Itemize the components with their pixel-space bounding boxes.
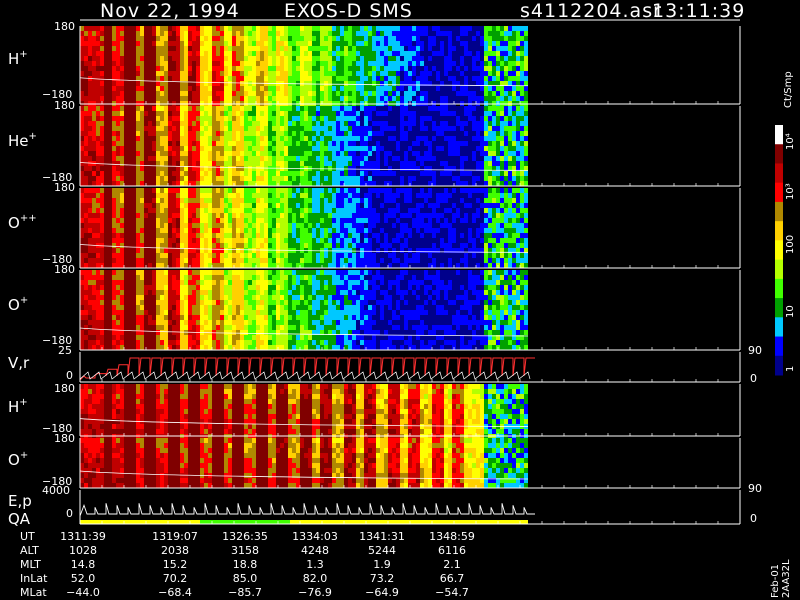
panel-label-v-r: V,r: [8, 354, 30, 372]
footer-alt-4: 5244: [368, 544, 396, 557]
footer-alt-2: 3158: [231, 544, 259, 557]
footer-label-alt: ALT: [20, 544, 39, 557]
colorbar-segment-11: [775, 336, 783, 357]
right-tick-bottom-v-r: 0: [750, 372, 757, 385]
colorbar-segment-0: [775, 125, 783, 145]
right-tick-top-e-p: 90: [748, 482, 762, 495]
footer-ut-4: 1341:31: [359, 530, 405, 543]
header-time: 13:11:39: [652, 0, 746, 22]
colorbar-unit: Ct/Smp: [783, 71, 794, 108]
footer-mlt-1: 15.2: [162, 558, 188, 571]
footer-mlt-5: 2.1: [443, 558, 461, 571]
ytick-bottom-p5: 0: [66, 369, 73, 382]
footer-ut-1: 1319:07: [152, 530, 198, 543]
panel-label-o-plus-2: O+: [8, 450, 29, 469]
footer-mlt-0: 14.8: [70, 558, 96, 571]
ytick-top-p4: 180: [54, 263, 75, 276]
colorbar-segment-7: [775, 259, 783, 280]
ytick-top-p3: 180: [54, 181, 75, 194]
panel-label-e-p: E,p: [8, 492, 32, 510]
cells-o-plus-2: [80, 438, 528, 488]
ytick-bottom-p8: 0: [66, 507, 73, 520]
right-tick-top-v-r: 90: [748, 344, 762, 357]
ytick-top-p8: 4000: [42, 484, 70, 497]
header-date: Nov 22, 1994: [100, 0, 240, 22]
footer-inlat-3: 82.0: [302, 572, 328, 585]
ytick-top-p7: 180: [54, 432, 75, 445]
qa-bar-3: [290, 520, 528, 524]
footer-mlat-3: −76.9: [298, 586, 332, 599]
footer-label-inlat: InLat: [20, 572, 48, 585]
colorbar-segment-3: [775, 182, 783, 203]
footer-ut-3: 1334:03: [292, 530, 338, 543]
colorbar-segment-8: [775, 278, 783, 299]
footer-label-mlt: MLT: [20, 558, 41, 571]
colorbar-tick-10: 10: [785, 305, 796, 318]
panel-label-o-plus-plus: O++: [8, 213, 37, 232]
colorbar-tick-100: 100: [785, 234, 796, 254]
ytick-top-p5: 25: [58, 344, 72, 357]
footer-mlt-2: 18.8: [232, 558, 258, 571]
colorbar-segment-5: [775, 221, 783, 241]
footer-label-ut: UT: [20, 530, 35, 543]
footer-alt-3: 4248: [301, 544, 329, 557]
qa-bar-2: [200, 520, 290, 524]
footer-inlat-4: 73.2: [369, 572, 395, 585]
colorbar-tick-1: 1: [785, 365, 796, 372]
footer-alt-0: 1028: [69, 544, 97, 557]
header-instrument: EXOS-D SMS: [284, 0, 413, 22]
footer-mlat-2: −85.7: [228, 586, 262, 599]
footer-mlt-4: 1.9: [373, 558, 391, 571]
colorbar-segment-6: [775, 240, 783, 261]
footer-inlat-1: 70.2: [162, 572, 188, 585]
colorbar-segment-12: [775, 355, 783, 376]
colorbar: [775, 125, 783, 376]
footer-mlat-1: −68.4: [158, 586, 192, 599]
panel-label-qa: QA: [8, 510, 31, 528]
footer-inlat-0: 52.0: [70, 572, 96, 585]
footer-inlat-2: 85.0: [232, 572, 258, 585]
footer-ut-0: 1311:39: [60, 530, 106, 543]
footer-mlt-3: 1.3: [306, 558, 324, 571]
ytick-top-p6: 180: [54, 382, 75, 395]
footer-label-mlat: MLat: [20, 586, 47, 599]
footer-alt-1: 2038: [161, 544, 189, 557]
footer-note: Feb-01 2AA32L: [770, 559, 792, 598]
colorbar-segment-9: [775, 298, 783, 318]
ytick-top-p2: 180: [54, 99, 75, 112]
footer-ut-5: 1348:59: [429, 530, 475, 543]
footer-mlat-4: −64.9: [365, 586, 399, 599]
panel-label-h-plus-1: H+: [8, 49, 28, 68]
right-tick-bottom-e-p: 0: [750, 512, 757, 525]
header-file: s4112204.asr: [520, 0, 662, 22]
panel-label-h-plus-2: H+: [8, 397, 28, 416]
footer-inlat-5: 66.7: [439, 572, 465, 585]
colorbar-tick-10000: 10⁴: [785, 133, 796, 150]
cells-o-plus-1: [80, 270, 528, 350]
colorbar-segment-1: [775, 144, 783, 164]
footer-mlat-0: −44.0: [66, 586, 100, 599]
spectrogram-plot: [79, 19, 783, 525]
footer-alt-5: 6116: [438, 544, 466, 557]
colorbar-segment-2: [775, 163, 783, 184]
panel-label-he-plus: He+: [8, 131, 37, 150]
cells-h-plus-2: [80, 384, 528, 439]
ytick-top-p1: 180: [54, 20, 75, 33]
colorbar-tick-1000: 10³: [785, 183, 796, 200]
colorbar-segment-10: [775, 317, 783, 338]
footer-ut-2: 1326:35: [222, 530, 268, 543]
qa-bar-1: [80, 520, 200, 524]
footer-mlat-5: −54.7: [435, 586, 469, 599]
panel-label-o-plus-1: O+: [8, 295, 29, 314]
colorbar-segment-4: [775, 201, 783, 222]
